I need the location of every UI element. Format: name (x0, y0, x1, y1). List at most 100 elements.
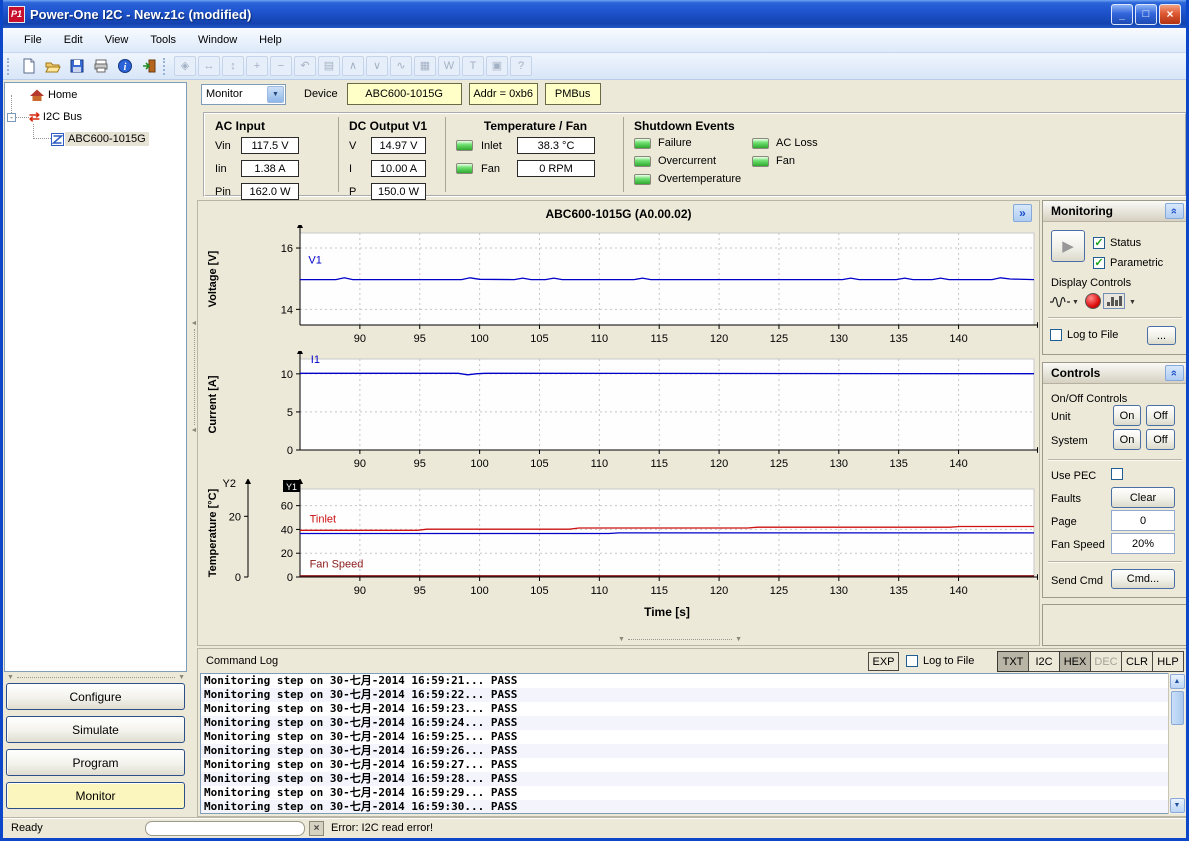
svg-text:105: 105 (530, 585, 548, 597)
command-log-title: Command Log (206, 655, 278, 667)
clr-button[interactable]: CLR (1121, 651, 1153, 672)
use-pec-checkbox[interactable] (1111, 468, 1123, 480)
chevron-down-icon[interactable]: ▼ (267, 86, 284, 103)
parametric-checkbox[interactable]: ✓ (1093, 257, 1105, 269)
fan-speed-label: Fan Speed (1051, 539, 1105, 551)
maximize-button[interactable]: □ (1135, 4, 1157, 25)
clear-error-button[interactable]: × (309, 821, 324, 836)
progress-field (145, 821, 305, 836)
exit-icon[interactable] (138, 56, 160, 77)
nav-splitter[interactable]: ▼ ▼ (7, 673, 185, 682)
unit-on-button[interactable]: On (1113, 405, 1141, 426)
about-icon[interactable]: i (114, 56, 136, 77)
zoom-in-icon: + (246, 56, 268, 76)
maximize-icon: □ (1143, 5, 1150, 24)
log-entry: Monitoring step on 30-七月-2014 16:59:29..… (201, 786, 1184, 800)
waveform-display-icon[interactable] (1049, 295, 1071, 311)
print-icon[interactable] (90, 56, 112, 77)
tree-item-device[interactable]: ABC600-1015G (51, 131, 149, 147)
status-panel: AC Input Vin117.5 V Iin1.38 A Pin162.0 W… (203, 112, 1187, 197)
menu-file[interactable]: File (13, 30, 53, 50)
log-entry: Monitoring step on 30-七月-2014 16:59:28..… (201, 772, 1184, 786)
collapse-down-icon[interactable]: ▼ (178, 674, 185, 681)
event-label: Overtemperature (658, 173, 741, 185)
log-to-file-row: Log to File (1050, 329, 1118, 341)
failure-led-icon (634, 138, 651, 149)
menu-view[interactable]: View (94, 30, 140, 50)
scroll-down-icon[interactable]: ▼ (1170, 798, 1185, 813)
collapse-down-icon[interactable]: ▼ (618, 636, 625, 643)
save-icon[interactable] (66, 56, 88, 77)
record-icon[interactable] (1085, 293, 1101, 309)
temperature-chart: 9095100105110115120125130135140020406002… (200, 479, 1038, 624)
histogram-display-icon[interactable] (1103, 293, 1125, 309)
menu-window[interactable]: Window (187, 30, 248, 50)
mode-select-value: Monitor (206, 88, 243, 100)
menu-tools[interactable]: Tools (139, 30, 187, 50)
minimize-button[interactable]: _ (1111, 4, 1133, 25)
svg-text:135: 135 (890, 333, 908, 345)
page-field[interactable]: 0 (1111, 510, 1175, 531)
collapse-down-icon[interactable]: ▼ (735, 636, 742, 643)
tree-item-i2c-bus[interactable]: ⇄ I2C Bus (29, 109, 85, 125)
expand-panel-button[interactable]: » (1013, 204, 1032, 222)
program-button[interactable]: Program (6, 749, 185, 776)
hlp-button[interactable]: HLP (1152, 651, 1184, 672)
v-label: V (349, 140, 371, 152)
export-button[interactable]: EXP (868, 652, 899, 671)
splitter-handle[interactable] (628, 639, 732, 640)
fan-speed-field[interactable]: 20% (1111, 533, 1175, 554)
overcurrent-led-icon (634, 156, 651, 167)
svg-text:90: 90 (354, 333, 366, 345)
i2c-button[interactable]: I2C (1028, 651, 1060, 672)
collapse-panel-button[interactable]: » (1165, 365, 1184, 381)
clear-faults-button[interactable]: Clear (1111, 487, 1175, 508)
chart-svg: 9095100105110115120125130135140020406002… (200, 479, 1038, 621)
svg-text:135: 135 (890, 585, 908, 597)
collapse-panel-button[interactable]: » (1165, 203, 1184, 219)
status-checkbox[interactable]: ✓ (1093, 237, 1105, 249)
new-file-icon[interactable] (18, 56, 40, 77)
splitter-handle[interactable] (194, 329, 195, 425)
svg-text:120: 120 (710, 458, 728, 470)
splitter-handle[interactable] (17, 677, 175, 678)
unit-off-button[interactable]: Off (1146, 405, 1175, 426)
log-scrollbar[interactable]: ▲ ▼ (1168, 673, 1185, 814)
menu-edit[interactable]: Edit (53, 30, 94, 50)
tree-item-home[interactable]: Home (29, 87, 80, 103)
log-to-file-checkbox[interactable] (1050, 329, 1062, 341)
log-to-file-checkbox[interactable] (906, 655, 918, 667)
chevron-down-icon[interactable]: ▼ (1072, 299, 1079, 306)
monitor-button[interactable]: Monitor (6, 782, 185, 809)
send-cmd-button[interactable]: Cmd... (1111, 569, 1175, 589)
tree-expander[interactable]: - (7, 113, 16, 122)
chart-log-splitter[interactable]: ▼ ▼ (618, 635, 742, 644)
close-button[interactable]: × (1159, 4, 1181, 25)
chevron-down-icon[interactable]: ▼ (1129, 299, 1136, 306)
svg-text:105: 105 (530, 333, 548, 345)
menu-help[interactable]: Help (248, 30, 293, 50)
mode-select[interactable]: Monitor ▼ (201, 84, 286, 105)
scroll-up-icon[interactable]: ▲ (1170, 674, 1185, 689)
svg-text:90: 90 (354, 458, 366, 470)
open-file-icon[interactable] (42, 56, 64, 77)
svg-text:5: 5 (287, 407, 293, 419)
scrollbar-thumb[interactable] (1171, 691, 1184, 725)
log-entry: Monitoring step on 30-七月-2014 16:59:22..… (201, 688, 1184, 702)
simulate-button[interactable]: Simulate (6, 716, 185, 743)
configure-button[interactable]: Configure (6, 683, 185, 710)
txt-button[interactable]: TXT (997, 651, 1029, 672)
page-label: Page (1051, 516, 1077, 528)
system-on-button[interactable]: On (1113, 429, 1141, 450)
collapse-down-icon[interactable]: ▼ (7, 674, 14, 681)
svg-text:110: 110 (591, 585, 609, 597)
start-monitoring-button[interactable]: ▶ (1051, 230, 1085, 262)
toolbar-grip[interactable] (163, 58, 169, 75)
browse-button[interactable]: ... (1147, 326, 1176, 345)
dc-output-section: DC Output V1 V14.97 V I10.00 A P150.0 W (338, 117, 445, 192)
chart-title: ABC600-1015G (A0.00.02) (198, 207, 1039, 221)
system-off-button[interactable]: Off (1146, 429, 1175, 450)
hex-button[interactable]: HEX (1059, 651, 1091, 672)
tree-item-label: Home (45, 88, 80, 102)
toolbar-grip[interactable] (7, 58, 13, 75)
